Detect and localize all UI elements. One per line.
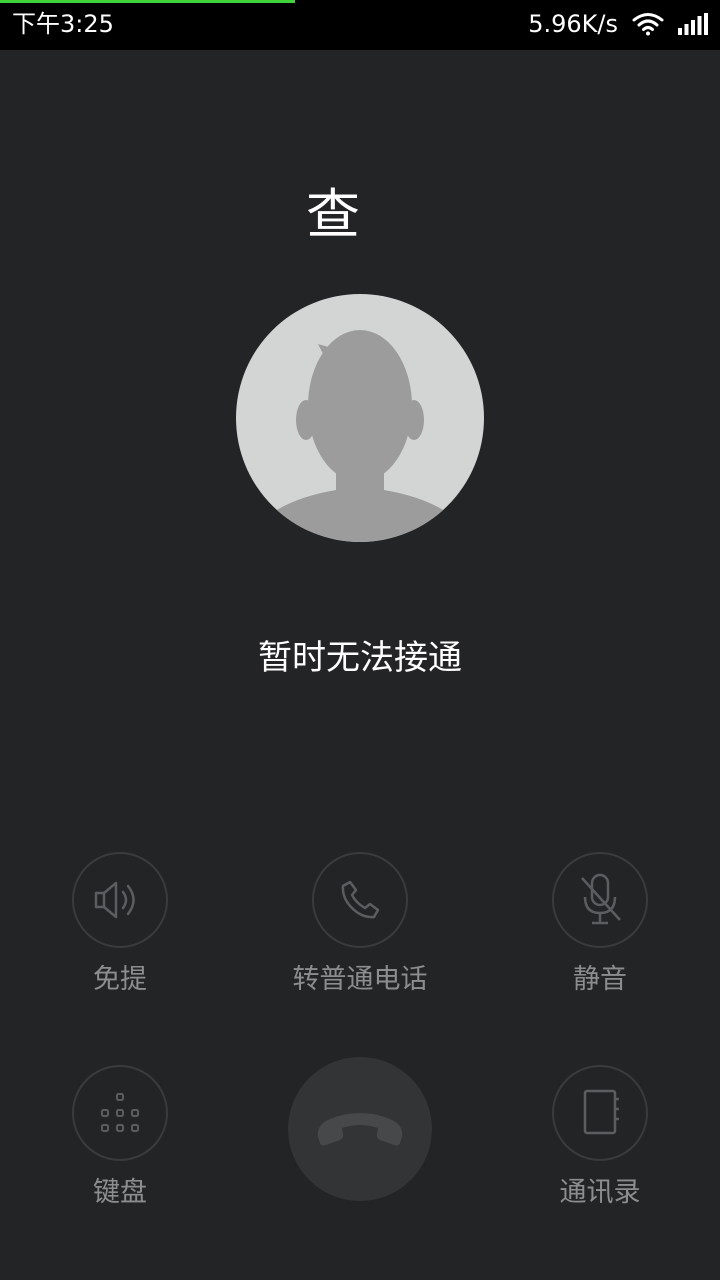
mute-button[interactable]: 静音 [520, 852, 680, 998]
contacts-book-icon [583, 1089, 619, 1135]
status-bar: 下午3:25 5.96K/s [0, 0, 720, 50]
keypad-button-circle[interactable] [72, 1065, 168, 1161]
mute-label: 静音 [573, 964, 627, 995]
contacts-label: 通讯录 [559, 1177, 641, 1208]
wifi-icon [632, 13, 664, 36]
speaker-button-circle[interactable] [72, 852, 168, 948]
hang-up-icon [317, 1113, 403, 1146]
call-screen: 下午3:25 5.96K/s 查 暂时无法接通 免提 转普通电话 静音 键盘 通… [0, 0, 720, 1280]
mic-off-icon [581, 873, 621, 925]
switch-call-button-circle[interactable] [312, 852, 408, 948]
call-status-text: 暂时无法接通 [258, 638, 462, 678]
contacts-button[interactable]: 通讯录 [520, 1065, 680, 1211]
signal-icon [678, 13, 708, 35]
default-avatar-icon [246, 330, 474, 542]
keypad-button[interactable]: 键盘 [40, 1065, 200, 1211]
keypad-label: 键盘 [93, 1177, 147, 1208]
switch-to-regular-call-button[interactable]: 转普通电话 [240, 852, 480, 998]
speaker-label: 免提 [93, 964, 147, 995]
dialpad-icon [101, 1093, 139, 1132]
mute-button-circle[interactable] [552, 852, 648, 948]
phone-icon [341, 880, 380, 919]
speaker-icon [94, 881, 135, 919]
contact-avatar [236, 294, 484, 542]
network-speed: 5.96K/s [528, 10, 618, 38]
contacts-button-circle[interactable] [552, 1065, 648, 1161]
speaker-button[interactable]: 免提 [40, 852, 200, 998]
switch-call-label: 转普通电话 [292, 964, 428, 995]
hang-up-button[interactable] [288, 1057, 432, 1201]
contact-name: 查 [306, 183, 360, 246]
status-right: 5.96K/s [528, 9, 708, 39]
status-time: 下午3:25 [12, 10, 114, 38]
load-progress-line [0, 0, 295, 3]
